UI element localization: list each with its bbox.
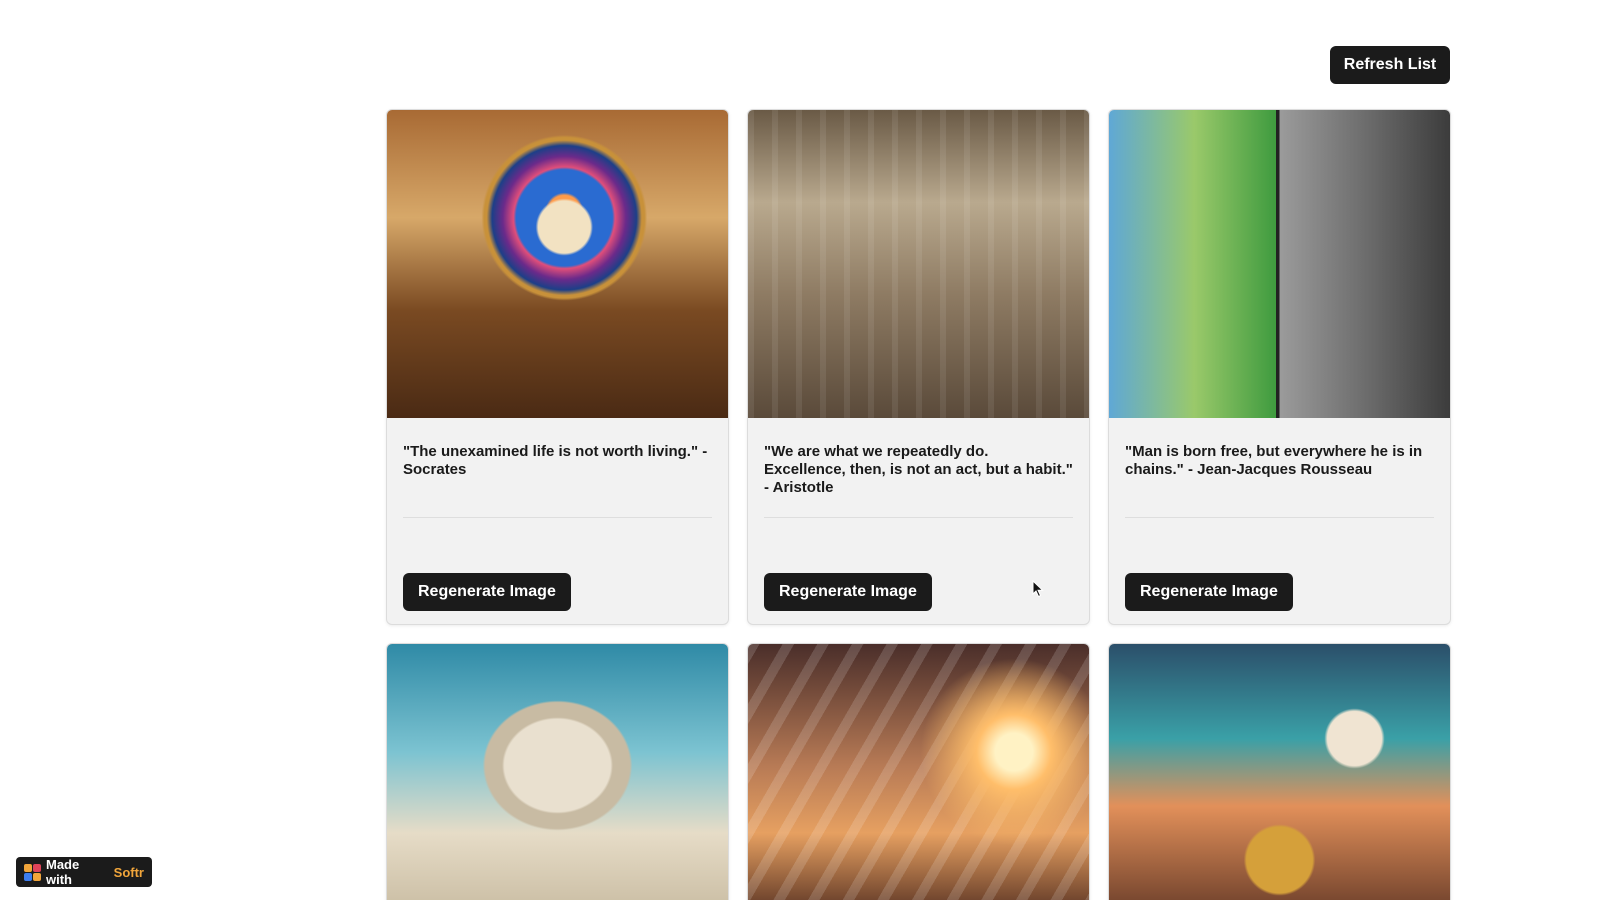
mouse-cursor-icon bbox=[1032, 580, 1044, 598]
regenerate-image-button[interactable]: Regenerate Image bbox=[403, 573, 571, 611]
refresh-list-button[interactable]: Refresh List bbox=[1330, 46, 1450, 84]
quote-text: "We are what we repeatedly do. Excellenc… bbox=[764, 443, 1073, 496]
page: Refresh List "The unexamined life is not… bbox=[0, 0, 1600, 900]
quote-text: "The unexamined life is not worth living… bbox=[403, 443, 708, 478]
card-body: "Man is born free, but everywhere he is … bbox=[1109, 418, 1450, 624]
quote-card: "Man is born free, but everywhere he is … bbox=[1108, 109, 1451, 625]
quote-card bbox=[386, 643, 729, 900]
card-body: "The unexamined life is not worth living… bbox=[387, 418, 728, 624]
divider bbox=[403, 517, 712, 518]
quote-card: "We are what we repeatedly do. Excellenc… bbox=[747, 109, 1090, 625]
card-image bbox=[387, 110, 728, 418]
quote-card bbox=[1108, 643, 1451, 900]
card-image bbox=[1109, 110, 1450, 418]
card-image bbox=[748, 110, 1089, 418]
card-image bbox=[387, 644, 728, 900]
card-image bbox=[748, 644, 1089, 900]
quote-card: "The unexamined life is not worth living… bbox=[386, 109, 729, 625]
divider bbox=[1125, 517, 1434, 518]
quote-text: "Man is born free, but everywhere he is … bbox=[1125, 443, 1423, 478]
quote-card bbox=[747, 643, 1090, 900]
badge-prefix: Made with bbox=[46, 857, 80, 887]
card-image bbox=[1109, 644, 1450, 900]
regenerate-image-button[interactable]: Regenerate Image bbox=[1125, 573, 1293, 611]
made-with-softr-badge[interactable]: Made with Softr bbox=[16, 857, 152, 887]
softr-logo-icon bbox=[24, 864, 41, 881]
quote-card-grid: "The unexamined life is not worth living… bbox=[386, 109, 1452, 900]
divider bbox=[764, 517, 1073, 518]
badge-brand: Softr bbox=[113, 864, 144, 880]
regenerate-image-button[interactable]: Regenerate Image bbox=[764, 573, 932, 611]
